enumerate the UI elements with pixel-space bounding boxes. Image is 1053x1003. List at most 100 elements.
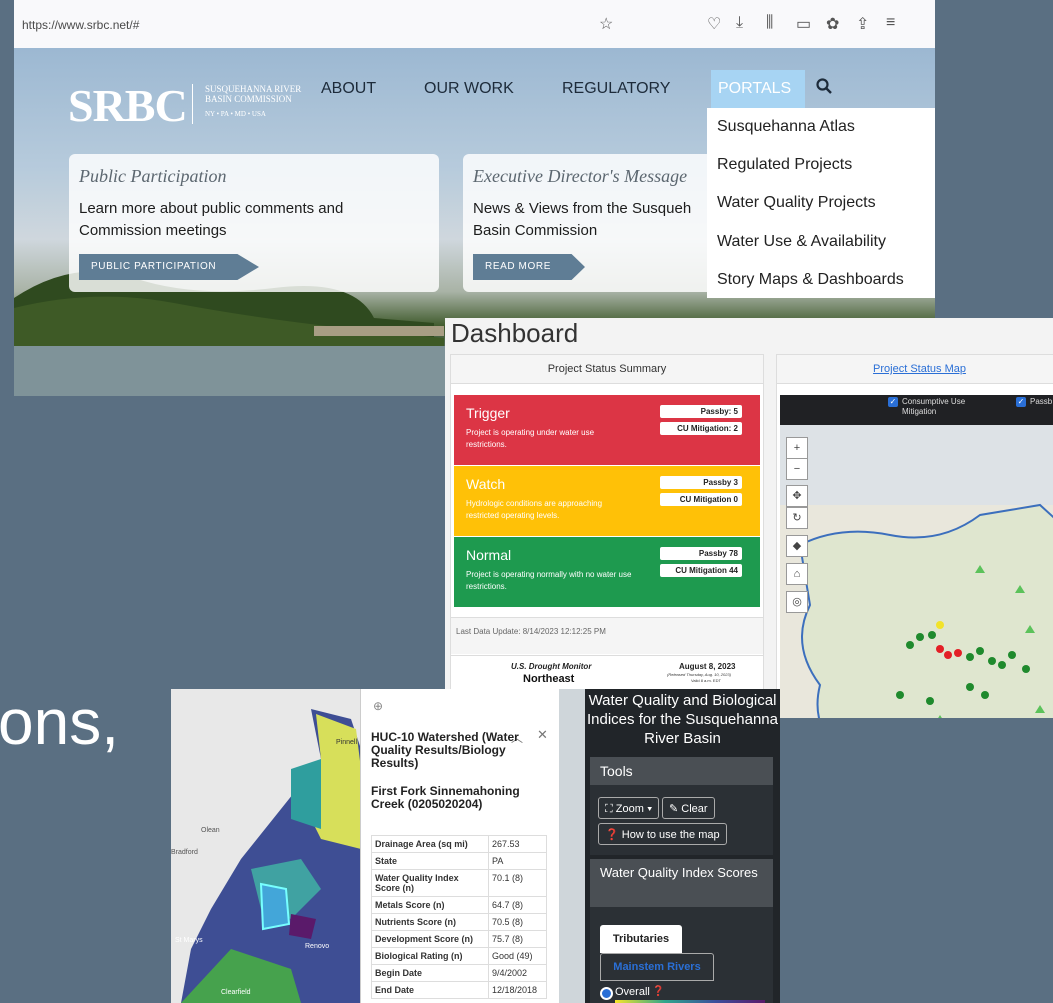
close-icon[interactable]: ✕ <box>537 727 548 743</box>
search-icon[interactable] <box>816 78 832 99</box>
read-more-button[interactable]: READ MORE <box>473 254 585 280</box>
project-status-summary-panel: Project Status Summary Trigger Project i… <box>450 354 764 718</box>
menu-item-regulated-projects[interactable]: Regulated Projects <box>717 156 852 174</box>
map-place-label: Pinnell <box>336 739 358 746</box>
nav-regulatory[interactable]: REGULATORY <box>562 80 670 98</box>
info-icon[interactable]: ❓ <box>652 986 664 997</box>
checkbox-checked-icon[interactable]: ✓ <box>888 397 898 407</box>
passby-badge: Passby 78 <box>660 547 742 560</box>
card-text: Basin Commission <box>473 222 598 239</box>
eraser-icon: ✎ <box>669 803 679 815</box>
legend-label: Passb <box>1030 397 1053 406</box>
logo-states: NY • PA • MD • USA <box>205 110 266 118</box>
wq-sidebar: Water Quality and Biological Indices for… <box>585 689 780 1003</box>
passby-badge: Passby 3 <box>660 476 742 489</box>
clear-button[interactable]: ✎ Clear <box>662 797 715 819</box>
tab-tributaries[interactable]: Tributaries <box>600 925 682 953</box>
extension-icon[interactable]: ✿ <box>826 14 839 34</box>
zoom-out-button[interactable]: − <box>786 458 808 480</box>
card-text: News & Views from the Susqueh <box>473 200 692 217</box>
attr-key: Water Quality Index Score (n) <box>371 869 489 897</box>
tab-mainstem-rivers[interactable]: Mainstem Rivers <box>600 953 714 981</box>
attr-value: 267.53 <box>488 835 547 853</box>
radio-selected-icon[interactable] <box>600 987 613 1000</box>
table-row: End Date 12/18/2018 <box>371 981 547 999</box>
how-to-button[interactable]: ❓ How to use the map <box>598 823 727 845</box>
attr-key: State <box>371 852 489 870</box>
status-watch: Watch Hydrologic conditions are approach… <box>454 466 760 536</box>
status-name: Normal <box>466 547 512 563</box>
nav-our-work[interactable]: OUR WORK <box>424 80 514 98</box>
menu-item-story-maps-dashboards[interactable]: Story Maps & Dashboards <box>717 271 904 289</box>
checkbox-checked-icon[interactable]: ✓ <box>1016 397 1026 407</box>
wq-scores-header[interactable]: Water Quality Index Scores <box>590 859 773 907</box>
map-legend-bar: ✓ Consumptive Use Mitigation ✓ Passb <box>780 395 1053 425</box>
card-text: Learn more about public comments and <box>79 200 344 217</box>
library-icon[interactable]: ⫼ <box>766 14 773 32</box>
status-description: Project is operating normally with no wa… <box>466 570 632 591</box>
menu-item-water-quality-projects[interactable]: Water Quality Projects <box>717 194 876 212</box>
drought-released: (Released Thursday, Aug. 10, 2023) <box>667 672 732 677</box>
nav-about[interactable]: ABOUT <box>321 80 376 98</box>
cu-mitigation-badge: CU Mitigation 44 <box>660 564 742 577</box>
tools-panel: ⛶ Zoom ▾ ✎ Clear ❓ How to use the map <box>590 785 773 855</box>
home-icon[interactable]: ⌂ <box>786 563 808 585</box>
logo-text[interactable]: SRBC <box>68 79 188 132</box>
attr-value: Good (49) <box>488 947 547 965</box>
attr-key: Biological Rating (n) <box>371 947 489 965</box>
pocket-icon[interactable]: ♡ <box>707 14 721 34</box>
map-place-label: Bradford <box>171 849 198 856</box>
map-place-label: Renovo <box>305 943 330 950</box>
menu-item-water-use-availability[interactable]: Water Use & Availability <box>717 233 886 251</box>
attr-key: Nutrients Score (n) <box>371 913 489 931</box>
project-map[interactable]: + − ✥ ↻ ◆ ⌂ ◎ <box>780 425 1053 718</box>
cu-mitigation-badge: CU Mitigation: 2 <box>660 422 742 435</box>
attr-value: 75.7 (8) <box>488 930 547 948</box>
zoom-in-button[interactable]: + <box>786 437 808 459</box>
drought-region: Northeast <box>523 673 575 685</box>
zoom-dropdown-button[interactable]: ⛶ Zoom ▾ <box>598 797 660 819</box>
attr-value: 70.5 (8) <box>488 913 547 931</box>
sidebar-icon[interactable]: ▭ <box>796 14 811 34</box>
attr-value: 12/18/2018 <box>488 981 547 999</box>
rotate-icon[interactable]: ↻ <box>786 507 808 529</box>
nav-portals[interactable]: PORTALS <box>718 80 791 98</box>
wq-scores-panel: Tributaries Mainstem Rivers Overall ❓ <box>590 907 773 1003</box>
tools-header[interactable]: Tools <box>590 757 773 785</box>
table-row: Drainage Area (sq mi) 267.53 <box>371 835 547 853</box>
attr-value: 9/4/2002 <box>488 964 547 982</box>
map-strip <box>559 689 585 1003</box>
last-update-text: Last Data Update: 8/14/2023 12:12:25 PM <box>456 627 606 636</box>
table-row: Begin Date 9/4/2002 <box>371 964 547 982</box>
dashboard-screenshot: Dashboard Project Status Summary Trigger… <box>445 318 1053 718</box>
attr-key: Development Score (n) <box>371 930 489 948</box>
table-row: Metals Score (n) 64.7 (8) <box>371 896 547 914</box>
public-participation-button[interactable]: PUBLIC PARTICIPATION <box>79 254 259 280</box>
zoom-to-icon[interactable]: ⊕ <box>373 699 383 713</box>
locate-icon[interactable]: ◎ <box>786 591 808 613</box>
project-status-map-link[interactable]: Project Status Map <box>777 355 1053 384</box>
url-bar[interactable]: https://www.srbc.net/# <box>22 18 139 32</box>
binoculars-icon: ⛶ <box>605 803 613 815</box>
browser-toolbar: https://www.srbc.net/# ☆ ♡ ⤓ ⫼ ▭ ✿ ⇪ ≡ <box>14 0 935 49</box>
portals-dropdown: Susquehanna Atlas Regulated Projects Wat… <box>707 108 935 298</box>
pan-icon[interactable]: ✥ <box>786 485 808 507</box>
popup-subtitle: First Fork Sinnemahoning Creek (02050202… <box>371 784 520 811</box>
help-icon: ❓ <box>605 829 619 841</box>
legend-label: Consumptive Use Mitigation <box>902 397 966 416</box>
compass-icon[interactable]: ◆ <box>786 535 808 557</box>
status-name: Watch <box>466 476 506 492</box>
table-row: State PA <box>371 852 547 870</box>
attr-key: End Date <box>371 981 489 999</box>
share-icon[interactable]: ⇪ <box>856 14 869 34</box>
table-row: Development Score (n) 75.7 (8) <box>371 930 547 948</box>
executive-director-card: Executive Director's Message News & View… <box>463 154 713 292</box>
download-icon[interactable]: ⤓ <box>736 14 743 32</box>
sidebar-title: Water Quality and Biological Indices for… <box>587 692 778 747</box>
watershed-map[interactable]: Olean Bradford St Marys Renovo Clearfiel… <box>171 689 361 1003</box>
bookmark-star-icon[interactable]: ☆ <box>599 14 613 34</box>
popup-title: HUC-10 Watershed (Water Quality Results/… <box>371 730 519 770</box>
drought-title: U.S. Drought Monitor <box>511 662 592 671</box>
menu-item-susquehanna-atlas[interactable]: Susquehanna Atlas <box>717 118 855 136</box>
menu-icon[interactable]: ≡ <box>886 14 895 32</box>
